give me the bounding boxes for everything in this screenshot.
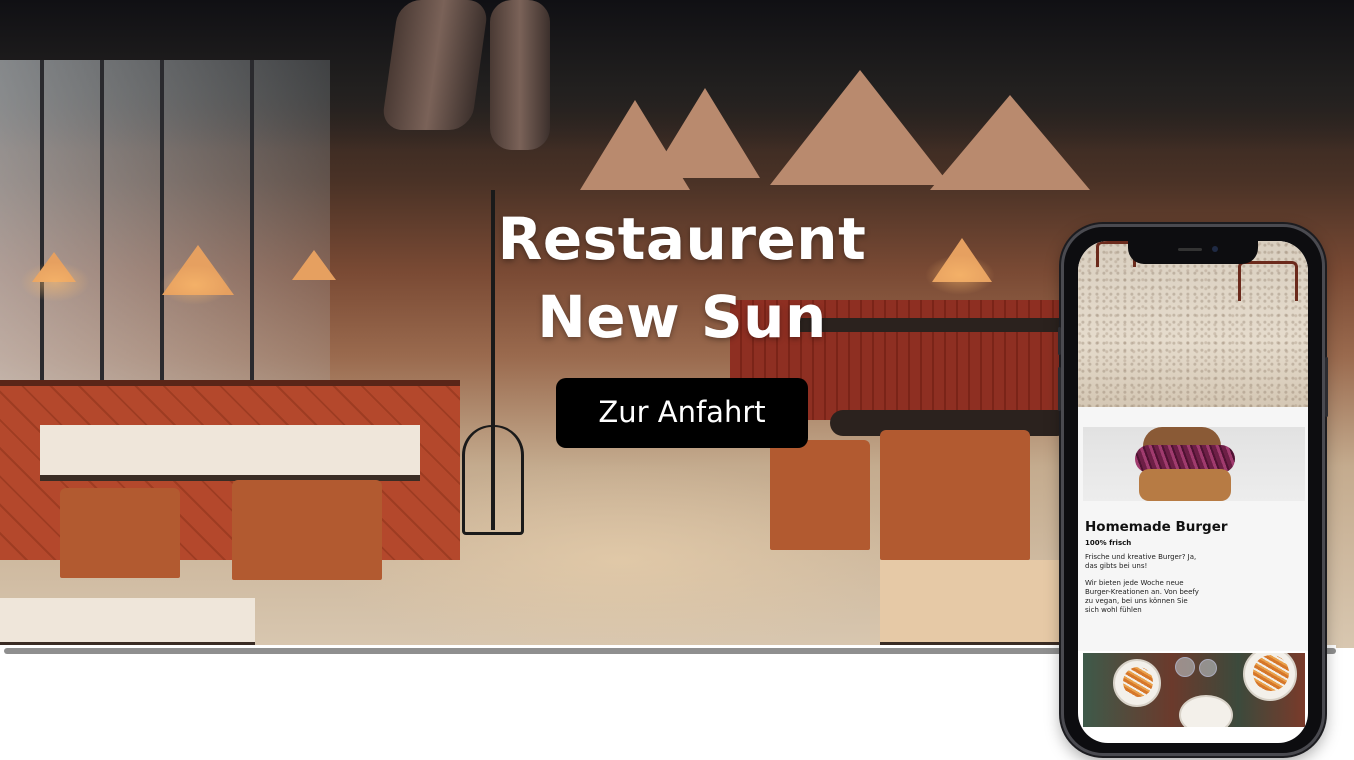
text-line: Burger-Kreationen an. Von beefy: [1085, 588, 1199, 596]
burger-image: [1083, 427, 1305, 501]
leather-chair: [60, 488, 180, 578]
phone-mockup: Homemade Burger 100% frisch Frische und …: [1058, 224, 1328, 756]
fries: [1123, 667, 1153, 697]
card-description: Frische und kreative Burger? Ja, das gib…: [1085, 553, 1225, 571]
food-table-image: [1083, 653, 1305, 727]
phone-side-button: [1058, 327, 1061, 355]
directions-button[interactable]: Zur Anfahrt: [556, 378, 808, 448]
leather-chair: [880, 430, 1030, 560]
glass: [1199, 659, 1217, 677]
leather-chair: [770, 440, 870, 550]
dining-table: [0, 598, 255, 648]
text-line: das gibts bei uns!: [1085, 562, 1148, 570]
text-line: Wir bieten jede Woche neue: [1085, 579, 1184, 587]
phone-power-button: [1325, 357, 1328, 417]
kitchen-hood: [930, 95, 1090, 190]
leather-chair: [232, 480, 382, 580]
kitchen-hood: [650, 88, 760, 178]
phone-volume-button: [1058, 367, 1061, 411]
ceiling-duct: [490, 0, 550, 150]
card-description: Wir bieten jede Woche neue Burger-Kreati…: [1085, 579, 1225, 615]
card-subtitle: 100% frisch: [1085, 539, 1132, 547]
speaker-grill: [1178, 248, 1202, 251]
phone-screen[interactable]: Homemade Burger 100% frisch Frische und …: [1078, 241, 1308, 743]
glass: [1175, 657, 1195, 677]
chair-legs: [1238, 261, 1298, 301]
card-title: Homemade Burger: [1085, 519, 1228, 535]
text-line: zu vegan, bei uns können Sie: [1085, 597, 1188, 605]
camera-icon: [1212, 246, 1218, 252]
kitchen-hood: [770, 70, 950, 185]
text-line: Frische und kreative Burger? Ja,: [1085, 553, 1197, 561]
phone-notch: [1128, 241, 1258, 264]
terrazzo-floor-image: [1078, 241, 1308, 407]
fries: [1253, 655, 1289, 691]
text-line: sich wohl fühlen: [1085, 606, 1142, 614]
burger-patty: [1139, 469, 1231, 501]
wood-table: [880, 560, 1060, 648]
ceiling-duct: [380, 0, 490, 130]
burger-card: Homemade Burger 100% frisch Frische und …: [1078, 407, 1308, 651]
plate: [1179, 695, 1233, 727]
